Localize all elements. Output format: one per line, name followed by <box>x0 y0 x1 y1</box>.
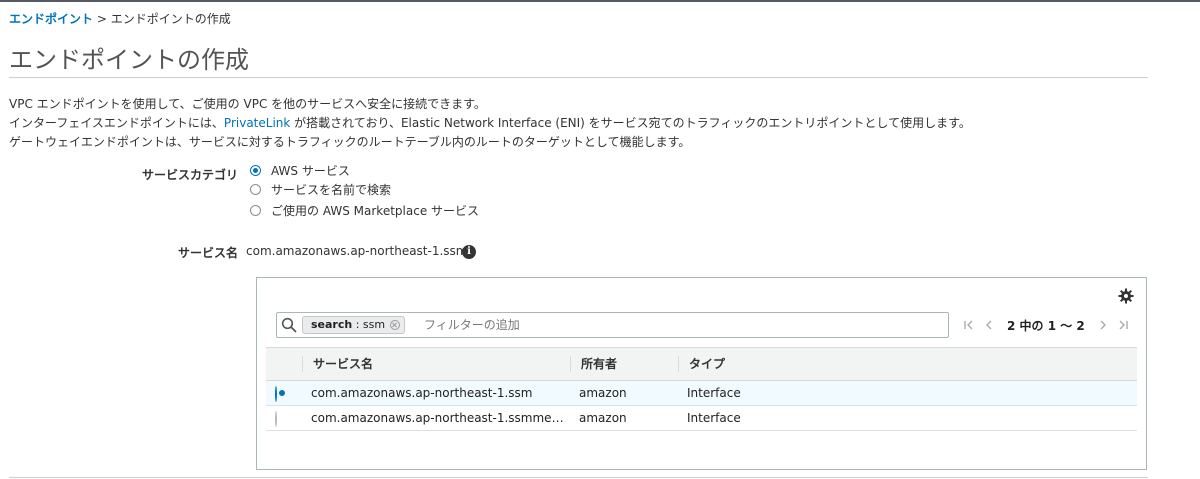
title-divider <box>9 77 1148 78</box>
cell-type: Interface <box>687 411 741 425</box>
radio-aws-services-label: AWS サービス <box>271 163 350 178</box>
pagination-text: 2 中の 1 ～ 2 <box>1007 318 1085 333</box>
radio-marketplace-services-label: ご使用の AWS Marketplace サービス <box>271 203 480 218</box>
first-page-icon[interactable] <box>961 317 977 333</box>
filter-token-separator: : <box>352 318 363 331</box>
row-select[interactable] <box>275 386 277 402</box>
remove-filter-icon[interactable] <box>390 320 401 330</box>
table-row[interactable]: com.amazonaws.ap-northeast-1.ssmmess… am… <box>266 406 1137 431</box>
description-line-2: インターフェイスエンドポイントには、PrivateLink が搭載されており、E… <box>9 114 971 133</box>
service-name-label: サービス名 <box>177 246 238 260</box>
cell-owner: amazon <box>579 386 627 400</box>
radio-find-by-name[interactable]: サービスを名前で検索 <box>250 180 391 198</box>
service-table: サービス名 所有者 タイプ com.amazonaws.ap-northeast… <box>266 347 1137 431</box>
privatelink-link[interactable]: PrivateLink <box>224 116 290 130</box>
breadcrumb-separator: > <box>93 12 111 26</box>
service-table-panel: search : ssm 2 中の 1 ～ 2 サービス名 所有者 タイプ co… <box>256 277 1147 470</box>
radio-find-by-name-label: サービスを名前で検索 <box>271 182 392 197</box>
radio-button-checked[interactable] <box>250 164 261 176</box>
column-header-service-name[interactable]: サービス名 <box>302 356 572 372</box>
radio-button[interactable] <box>250 204 261 216</box>
description-line-2-start: インターフェイスエンドポイントには、 <box>9 116 224 130</box>
breadcrumb: エンドポイント > エンドポイントの作成 <box>9 10 231 27</box>
radio-button-checked[interactable] <box>275 386 277 402</box>
filter-token-key: search <box>311 318 353 331</box>
top-border <box>0 0 1200 2</box>
gear-icon[interactable] <box>1118 288 1134 304</box>
next-page-icon[interactable] <box>1095 317 1111 333</box>
breadcrumb-endpoints-link[interactable]: エンドポイント <box>9 12 93 26</box>
previous-page-icon[interactable] <box>981 317 997 333</box>
bottom-divider <box>9 477 1148 478</box>
pagination: 2 中の 1 ～ 2 <box>959 317 1133 333</box>
filter-input[interactable] <box>424 316 924 334</box>
radio-marketplace-services[interactable]: ご使用の AWS Marketplace サービス <box>250 201 479 219</box>
filter-token: search : ssm <box>302 316 406 334</box>
filter-token-value: ssm <box>362 318 386 331</box>
row-select[interactable] <box>275 411 277 427</box>
service-name-value: com.amazonaws.ap-northeast-1.ssm <box>246 244 468 258</box>
description-line-3: ゲートウェイエンドポイントは、サービスに対するトラフィックのルートテーブル内のル… <box>9 135 691 149</box>
cell-type: Interface <box>687 386 741 400</box>
radio-aws-services[interactable]: AWS サービス <box>250 161 350 179</box>
info-icon[interactable]: i <box>462 245 476 259</box>
page-title: エンドポイントの作成 <box>9 46 249 74</box>
description-line-1: VPC エンドポイントを使用して、ご使用の VPC を他のサービスへ安全に接続で… <box>9 97 486 111</box>
radio-button[interactable] <box>250 183 261 195</box>
search-icon <box>281 317 297 333</box>
table-row[interactable]: com.amazonaws.ap-northeast-1.ssm amazon … <box>266 381 1137 406</box>
radio-button[interactable] <box>275 411 277 427</box>
column-header-owner[interactable]: 所有者 <box>570 356 678 372</box>
cell-service-name: com.amazonaws.ap-northeast-1.ssmmess… <box>311 411 566 425</box>
description-line-2-end: が搭載されており、Elastic Network Interface (ENI)… <box>290 116 971 130</box>
filter-search-box[interactable]: search : ssm <box>276 312 949 338</box>
breadcrumb-current: エンドポイントの作成 <box>110 12 231 26</box>
table-header: サービス名 所有者 タイプ <box>266 347 1137 381</box>
column-header-type[interactable]: タイプ <box>678 356 1137 372</box>
cell-owner: amazon <box>579 411 627 425</box>
last-page-icon[interactable] <box>1115 317 1131 333</box>
cell-service-name: com.amazonaws.ap-northeast-1.ssm <box>311 386 533 400</box>
service-category-label: サービスカテゴリ <box>141 168 238 182</box>
